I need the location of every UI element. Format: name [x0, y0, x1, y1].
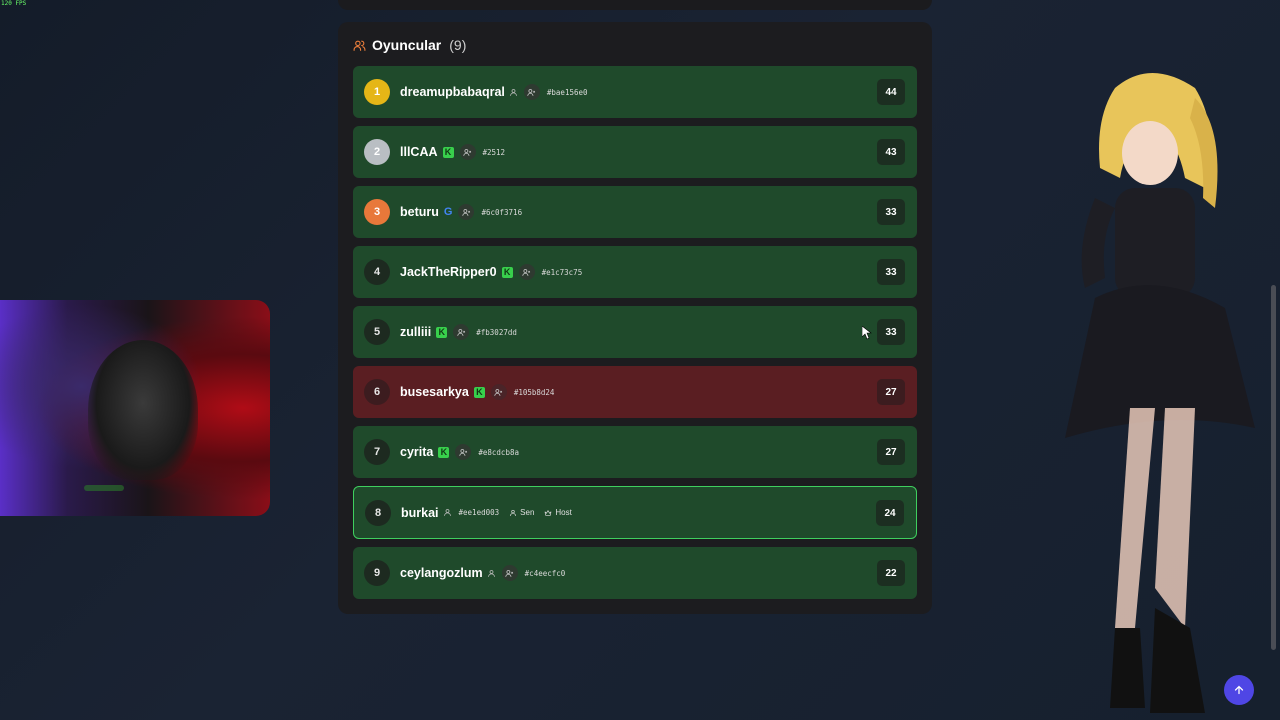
- player-score: 27: [877, 379, 905, 405]
- google-icon: G: [443, 206, 453, 218]
- previous-card: [338, 0, 932, 10]
- player-name: ceylangozlum: [400, 566, 483, 580]
- player-name: dreamupbabaqral: [400, 85, 505, 99]
- player-id: #e1c73c75: [541, 267, 583, 277]
- rank-badge: 1: [364, 79, 390, 105]
- kick-icon: K: [501, 266, 513, 278]
- host-label: Host: [555, 508, 572, 517]
- mouse-cursor: [862, 326, 872, 340]
- panel-title-text: Oyuncular: [372, 37, 442, 53]
- user-icon: [510, 509, 517, 516]
- player-row-9[interactable]: 9 ceylangozlum #c4eecfc0 22: [353, 547, 917, 599]
- user-x-icon[interactable]: [453, 324, 470, 340]
- user-icon: [487, 569, 496, 578]
- player-id: #c4eecfc0: [524, 568, 566, 578]
- you-label: Sen: [520, 508, 535, 517]
- players-panel-title: Oyuncular (9): [353, 37, 466, 53]
- player-id: #bae156e0: [546, 87, 588, 97]
- player-id: #105b8d24: [513, 387, 555, 397]
- user-x-icon[interactable]: [458, 204, 475, 220]
- user-icon: [509, 88, 518, 97]
- player-score: 33: [877, 199, 905, 225]
- player-id: #e8cdcb8a: [478, 447, 519, 457]
- player-count: (9): [449, 37, 467, 53]
- player-row-7[interactable]: 7 cyrita K #e8cdcb8a 27: [353, 426, 917, 478]
- rank-badge: 3: [364, 199, 390, 225]
- player-name: lllCAA: [400, 145, 438, 159]
- vtuber-avatar: [1065, 73, 1255, 713]
- player-score: 33: [877, 259, 905, 285]
- player-score: 27: [877, 439, 905, 465]
- player-name: busesarkya: [400, 385, 469, 399]
- user-x-icon[interactable]: [490, 384, 507, 400]
- player-id: #fb3027dd: [476, 327, 517, 337]
- rank-badge: 2: [364, 139, 390, 165]
- player-id: #ee1ed003: [458, 508, 500, 517]
- you-tag: Sen: [509, 508, 534, 517]
- user-x-icon[interactable]: [459, 144, 476, 160]
- rank-badge: 6: [364, 379, 390, 405]
- player-row-5[interactable]: 5 zulliii K #fb3027dd 33: [353, 306, 917, 358]
- webcam-overlay: [0, 300, 270, 516]
- user-icon: [443, 508, 452, 517]
- player-name: JackTheRipper0: [400, 265, 497, 279]
- player-score: 22: [877, 560, 905, 586]
- kick-icon: K: [442, 146, 454, 158]
- host-tag: Host: [544, 508, 572, 517]
- player-row-2[interactable]: 2 lllCAA K #2512 43: [353, 126, 917, 178]
- scroll-top-button[interactable]: [1224, 675, 1254, 705]
- crown-icon: [545, 509, 552, 516]
- kick-icon: K: [438, 446, 450, 458]
- user-x-icon[interactable]: [518, 264, 535, 280]
- player-score: 44: [877, 79, 905, 105]
- player-row-1[interactable]: 1 dreamupbabaqral #bae156e0 44: [353, 66, 917, 118]
- players-panel: Oyuncular (9) 1 dreamupbabaqral #bae156e…: [338, 22, 932, 614]
- streamer-face: [88, 340, 198, 480]
- rank-badge: 9: [364, 560, 390, 586]
- kick-icon: K: [436, 326, 448, 338]
- kick-icon: K: [473, 386, 485, 398]
- player-name: burkai: [401, 505, 439, 520]
- player-row-3[interactable]: 3 beturu G #6c0f3716 33: [353, 186, 917, 238]
- rank-badge: 4: [364, 259, 390, 285]
- player-name: zulliii: [400, 325, 432, 339]
- fps-counter: 120 FPS: [1, 0, 27, 7]
- rank-badge: 7: [364, 439, 390, 465]
- player-name: beturu: [400, 205, 439, 219]
- player-row-4[interactable]: 4 JackTheRipper0 K #e1c73c75 33: [353, 246, 917, 298]
- user-x-icon[interactable]: [523, 84, 540, 100]
- player-row-6[interactable]: 6 busesarkya K #105b8d24 27: [353, 366, 917, 418]
- player-score: 43: [877, 139, 905, 165]
- player-score: 33: [877, 319, 905, 345]
- users-icon: [353, 40, 366, 51]
- rank-badge: 8: [365, 499, 391, 526]
- player-id: #6c0f3716: [481, 207, 523, 217]
- arrow-up-icon: [1234, 685, 1244, 695]
- scrollbar-thumb[interactable]: [1271, 285, 1276, 650]
- user-x-icon[interactable]: [501, 565, 518, 581]
- user-x-icon[interactable]: [455, 444, 472, 460]
- rank-badge: 5: [364, 319, 390, 345]
- webcam-light: [84, 485, 124, 491]
- player-name: cyrita: [400, 445, 434, 459]
- player-row-8[interactable]: 8 burkai #ee1ed003 Sen Host 24: [353, 486, 917, 539]
- player-score: 24: [876, 500, 904, 526]
- player-id: #2512: [482, 147, 506, 157]
